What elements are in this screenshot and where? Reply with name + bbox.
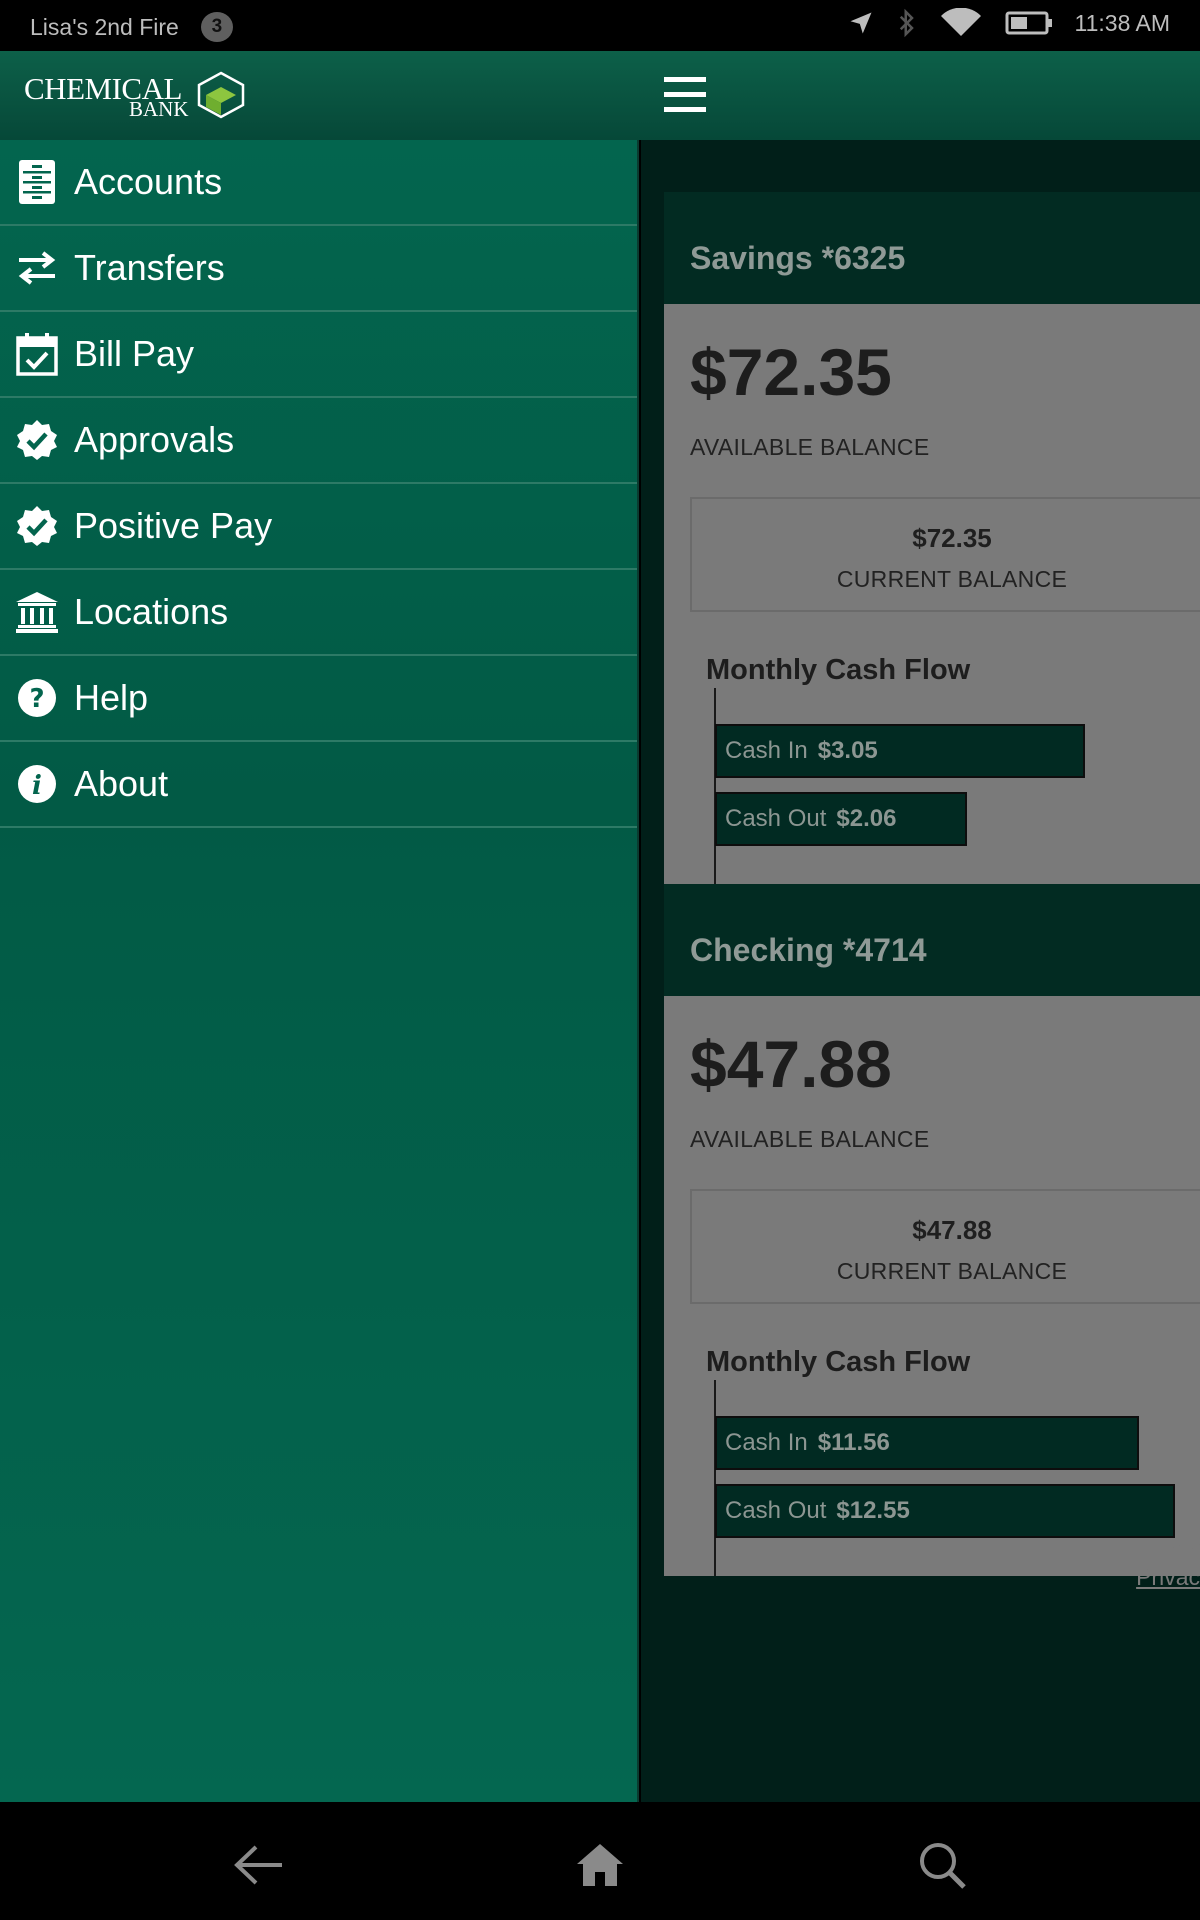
menu-item-transfers[interactable]: Transfers (0, 226, 637, 312)
menu-item-label: Locations (74, 591, 229, 632)
cash-flow-title: Monthly Cash Flow (706, 654, 971, 686)
account-body: $72.35 AVAILABLE BALANCE $72.35 CURRENT … (664, 304, 1200, 884)
check-badge-icon (0, 505, 74, 547)
location-icon (850, 12, 872, 34)
cash-out-label: Cash Out (725, 1497, 827, 1524)
cash-in-label: Cash In (725, 1429, 808, 1456)
footer-links: Priv Privac (1136, 1534, 1200, 1592)
cash-out-label: Cash Out (725, 805, 827, 832)
calendar-check-icon (0, 332, 74, 376)
home-button[interactable] (570, 1837, 630, 1893)
menu-item-bill-pay[interactable]: Bill Pay (0, 312, 637, 398)
system-nav-bar (0, 1802, 1200, 1920)
logo-text-bank: BANK (129, 97, 189, 121)
available-balance-label: AVAILABLE BALANCE (690, 434, 930, 460)
menu-toggle-button[interactable] (660, 75, 710, 115)
current-balance-box: $72.35 CURRENT BALANCE (690, 497, 1200, 612)
status-bar: Lisa's 2nd Fire 3 11:38 AM (0, 0, 1200, 51)
menu-item-approvals[interactable]: Approvals (0, 398, 637, 484)
question-icon: ? (0, 678, 74, 718)
cash-out-value: $2.06 (836, 805, 897, 832)
cash-in-label: Cash In (725, 737, 808, 764)
account-card-savings[interactable]: Savings *6325 $72.35 AVAILABLE BALANCE $… (664, 192, 1200, 884)
menu-item-label: Transfers (74, 247, 225, 288)
cash-in-bar: Cash In $11.56 (715, 1416, 1139, 1470)
cash-out-bar: Cash Out $12.55 (715, 1484, 1175, 1538)
current-balance-box: $47.88 CURRENT BALANCE (690, 1189, 1200, 1304)
cash-out-bar: Cash Out $2.06 (715, 792, 967, 846)
menu-item-label: Bill Pay (74, 333, 195, 374)
account-name: Savings *6325 (664, 192, 1200, 304)
svg-text:i: i (32, 771, 42, 801)
menu-item-accounts[interactable]: Accounts (0, 140, 637, 226)
account-name: Checking *4714 (664, 884, 1200, 996)
battery-icon (1005, 11, 1052, 35)
accounts-content: Savings *6325 $72.35 AVAILABLE BALANCE $… (641, 140, 1200, 1802)
account-body: $47.88 AVAILABLE BALANCE $47.88 CURRENT … (664, 996, 1200, 1576)
bank-building-icon (0, 591, 74, 633)
menu-item-label: Positive Pay (74, 505, 273, 546)
check-badge-icon (0, 419, 74, 461)
menu-item-positive-pay[interactable]: Positive Pay (0, 484, 637, 570)
current-balance-amount: $47.88 (912, 1215, 992, 1245)
back-arrow-icon (234, 1845, 282, 1885)
current-balance-amount: $72.35 (912, 523, 992, 553)
wifi-icon (940, 8, 981, 36)
menu-item-locations[interactable]: Locations (0, 570, 637, 656)
logo-mark-icon (197, 71, 245, 119)
available-balance-label: AVAILABLE BALANCE (690, 1126, 930, 1152)
info-icon: i (0, 764, 74, 804)
bluetooth-icon (899, 8, 914, 38)
current-balance-label: CURRENT BALANCE (836, 566, 1068, 592)
search-button[interactable] (912, 1837, 972, 1893)
privacy-policy-link[interactable]: Privac (1136, 1563, 1200, 1592)
cash-in-value: $3.05 (817, 737, 878, 764)
menu-item-about[interactable]: i About (0, 742, 637, 828)
menu-item-label: Help (74, 677, 149, 718)
account-card-checking[interactable]: Checking *4714 $47.88 AVAILABLE BALANCE … (664, 884, 1200, 1576)
clock: 11:38 AM (1074, 9, 1170, 36)
svg-text:?: ? (29, 684, 44, 714)
navigation-drawer: Accounts Transfers Bill Pay Approvals Po… (0, 140, 639, 1802)
search-icon (920, 1843, 966, 1889)
home-icon (577, 1844, 623, 1886)
cash-flow-title: Monthly Cash Flow (706, 1346, 971, 1378)
accounts-icon (0, 159, 74, 205)
current-balance-label: CURRENT BALANCE (836, 1258, 1068, 1284)
transfers-icon (0, 250, 74, 286)
app-header: CHEMICAL BANK (0, 51, 1200, 140)
notification-count-badge: 3 (200, 12, 233, 42)
menu-item-label: Accounts (74, 161, 223, 202)
available-balance-amount: $72.35 (690, 335, 892, 409)
menu-item-label: About (74, 763, 169, 804)
device-name: Lisa's 2nd Fire (30, 13, 179, 40)
menu-item-label: Approvals (74, 419, 235, 460)
available-balance-amount: $47.88 (690, 1027, 892, 1101)
cash-flow-axis (714, 688, 716, 884)
menu-item-help[interactable]: ? Help (0, 656, 637, 742)
cash-in-value: $11.56 (817, 1429, 890, 1456)
privacy-link[interactable]: Priv (1136, 1534, 1200, 1563)
cash-in-bar: Cash In $3.05 (715, 724, 1085, 778)
back-button[interactable] (228, 1837, 288, 1893)
cash-out-value: $12.55 (836, 1497, 910, 1524)
cash-flow-axis (714, 1380, 716, 1576)
chemical-bank-logo: CHEMICAL BANK (24, 71, 254, 121)
